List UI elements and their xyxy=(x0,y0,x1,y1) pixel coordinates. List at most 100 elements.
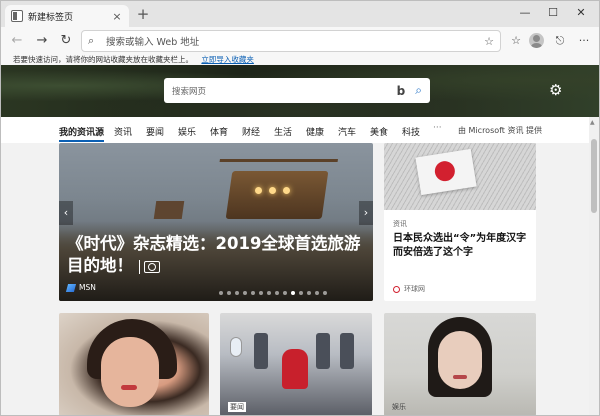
favorite-star-icon[interactable]: ☆ xyxy=(484,35,494,48)
carousel-dot[interactable] xyxy=(235,291,239,295)
maximize-button[interactable]: ☐ xyxy=(543,4,563,22)
tab-food[interactable]: 美食 xyxy=(370,125,388,138)
cabin-window xyxy=(269,187,276,194)
news-card-portrait-2[interactable]: 娱乐 xyxy=(384,313,536,415)
more-categories-button[interactable]: ··· xyxy=(433,123,442,133)
scroll-thumb[interactable] xyxy=(591,139,597,213)
address-bar[interactable]: ⌕ 搜索或输入 Web 地址 ☆ xyxy=(81,30,501,52)
favorites-bar-text: 若要快速访问，请将你的网站收藏夹放在收藏夹栏上。 xyxy=(13,55,193,64)
bing-icon: b xyxy=(396,83,406,98)
minimize-button[interactable]: — xyxy=(515,4,535,22)
carousel-dot[interactable] xyxy=(227,291,231,295)
carousel-next-button[interactable]: › xyxy=(359,201,373,225)
featured-source: MSN xyxy=(65,283,96,292)
scrollbar[interactable]: ▲ xyxy=(589,117,599,415)
carousel-indicators[interactable] xyxy=(219,291,327,295)
news-card-source-name: 环球网 xyxy=(404,285,425,293)
source-logo-icon xyxy=(393,285,400,293)
santa-figure xyxy=(282,349,308,389)
tab-title: 新建标签页 xyxy=(28,12,74,23)
seat xyxy=(316,333,330,369)
web-search-box[interactable]: 搜索网页 b ⌕ xyxy=(164,78,430,103)
tab-lifestyle[interactable]: 生活 xyxy=(274,125,292,138)
news-card-portrait-1[interactable] xyxy=(59,313,209,415)
tab-news[interactable]: 资讯 xyxy=(114,125,132,138)
featured-source-name: MSN xyxy=(79,283,96,292)
more-menu-icon[interactable]: ··· xyxy=(575,32,593,50)
close-window-button[interactable]: ✕ xyxy=(571,4,591,22)
carousel-dot[interactable] xyxy=(259,291,263,295)
address-placeholder: 搜索或输入 Web 地址 xyxy=(106,37,200,48)
back-button[interactable]: ← xyxy=(9,33,25,49)
web-search-placeholder: 搜索网页 xyxy=(172,86,207,97)
avatar[interactable] xyxy=(529,33,544,48)
featured-article-card[interactable]: ‹ › 《时代》杂志精选：2019全球首选旅游目的地！ MSN xyxy=(59,143,373,301)
featured-title-text: 《时代》杂志精选：2019全球首选旅游目的地！ xyxy=(67,234,361,275)
carousel-dot[interactable] xyxy=(275,291,279,295)
new-tab-button[interactable]: + xyxy=(135,6,151,22)
carousel-dot[interactable] xyxy=(267,291,271,295)
seat xyxy=(254,333,268,369)
camera-icon xyxy=(144,260,160,273)
favorites-bar: 若要快速访问，请将你的网站收藏夹放在收藏夹栏上。 立即导入收藏夹 xyxy=(1,55,599,65)
carousel-dot[interactable] xyxy=(283,291,287,295)
carousel-dot[interactable] xyxy=(243,291,247,295)
news-card-category: 娱乐 xyxy=(392,403,406,411)
seat xyxy=(340,333,354,369)
cabin-shape xyxy=(225,171,329,219)
carousel-dot[interactable] xyxy=(323,291,327,295)
news-card-category: 要闻 xyxy=(228,402,246,412)
hero-banner: 搜索网页 b ⌕ ⚙ xyxy=(1,65,599,117)
news-card-category: 资讯 xyxy=(393,220,407,228)
cabin-window xyxy=(255,187,262,194)
toolbar: ← → ↻ ⌕ 搜索或输入 Web 地址 ☆ ☆ ⎋ ··· xyxy=(1,27,599,55)
portrait-lips xyxy=(121,385,137,390)
tab-health[interactable]: 健康 xyxy=(306,125,324,138)
train-window xyxy=(230,337,242,357)
gear-icon[interactable]: ⚙ xyxy=(549,81,562,99)
portrait-face xyxy=(101,337,159,407)
portrait-lips xyxy=(453,375,467,379)
tab-my-feed[interactable]: 我的资讯源 xyxy=(59,125,105,142)
tab-strip: 新建标签页 × + — ☐ ✕ xyxy=(1,1,599,27)
scroll-up-icon[interactable]: ▲ xyxy=(590,119,595,126)
category-nav: 我的资讯源 资讯 要闻 娱乐 体育 财经 生活 健康 汽车 美食 科技 ··· … xyxy=(1,117,599,143)
tab-finance[interactable]: 财经 xyxy=(242,125,260,138)
flag-image xyxy=(384,143,536,210)
carousel-dot[interactable] xyxy=(219,291,223,295)
news-card[interactable]: 资讯 日本民众选出“令”为年度汉字 而安倍选了这个字 环球网 xyxy=(384,143,536,301)
share-icon[interactable]: ⎋ xyxy=(551,32,569,50)
search-icon[interactable]: ⌕ xyxy=(415,83,422,98)
close-icon[interactable]: × xyxy=(111,10,123,23)
cabin-window xyxy=(283,187,290,194)
browser-window: 新建标签页 × + — ☐ ✕ ← → ↻ ⌕ 搜索或输入 Web 地址 ☆ ☆… xyxy=(0,0,600,416)
carousel-dot[interactable] xyxy=(307,291,311,295)
news-card-train[interactable]: 要闻 xyxy=(220,313,372,415)
favorites-icon[interactable]: ☆ xyxy=(507,32,525,50)
provider-label: 由 Microsoft 资讯 提供 xyxy=(458,126,543,135)
forward-button[interactable]: → xyxy=(34,33,50,49)
tab-top-stories[interactable]: 要闻 xyxy=(146,125,164,138)
search-icon: ⌕ xyxy=(88,34,95,47)
import-favorites-link[interactable]: 立即导入收藏夹 xyxy=(201,55,254,64)
page-icon xyxy=(11,10,23,22)
refresh-button[interactable]: ↻ xyxy=(58,33,74,49)
portrait-face xyxy=(438,331,482,389)
carousel-dot[interactable] xyxy=(251,291,255,295)
carousel-dot[interactable] xyxy=(315,291,319,295)
carousel-prev-button[interactable]: ‹ xyxy=(59,201,73,225)
title-divider xyxy=(139,259,140,274)
flag-sun xyxy=(433,159,457,183)
news-feed: ‹ › 《时代》杂志精选：2019全球首选旅游目的地！ MSN 资讯 日本民众选… xyxy=(1,143,589,415)
carousel-dot[interactable] xyxy=(299,291,303,295)
small-cabin-shape xyxy=(153,201,185,219)
tab-autos[interactable]: 汽车 xyxy=(338,125,356,138)
news-card-title[interactable]: 日本民众选出“令”为年度汉字 而安倍选了这个字 xyxy=(393,232,531,260)
tab-entertainment[interactable]: 娱乐 xyxy=(178,125,196,138)
msn-logo-icon xyxy=(65,283,77,292)
tab-new-tab[interactable]: 新建标签页 × xyxy=(5,5,129,27)
carousel-dot[interactable] xyxy=(291,291,295,295)
tab-sports[interactable]: 体育 xyxy=(210,125,228,138)
tab-tech[interactable]: 科技 xyxy=(402,125,420,138)
featured-article-title[interactable]: 《时代》杂志精选：2019全球首选旅游目的地！ xyxy=(67,233,367,277)
